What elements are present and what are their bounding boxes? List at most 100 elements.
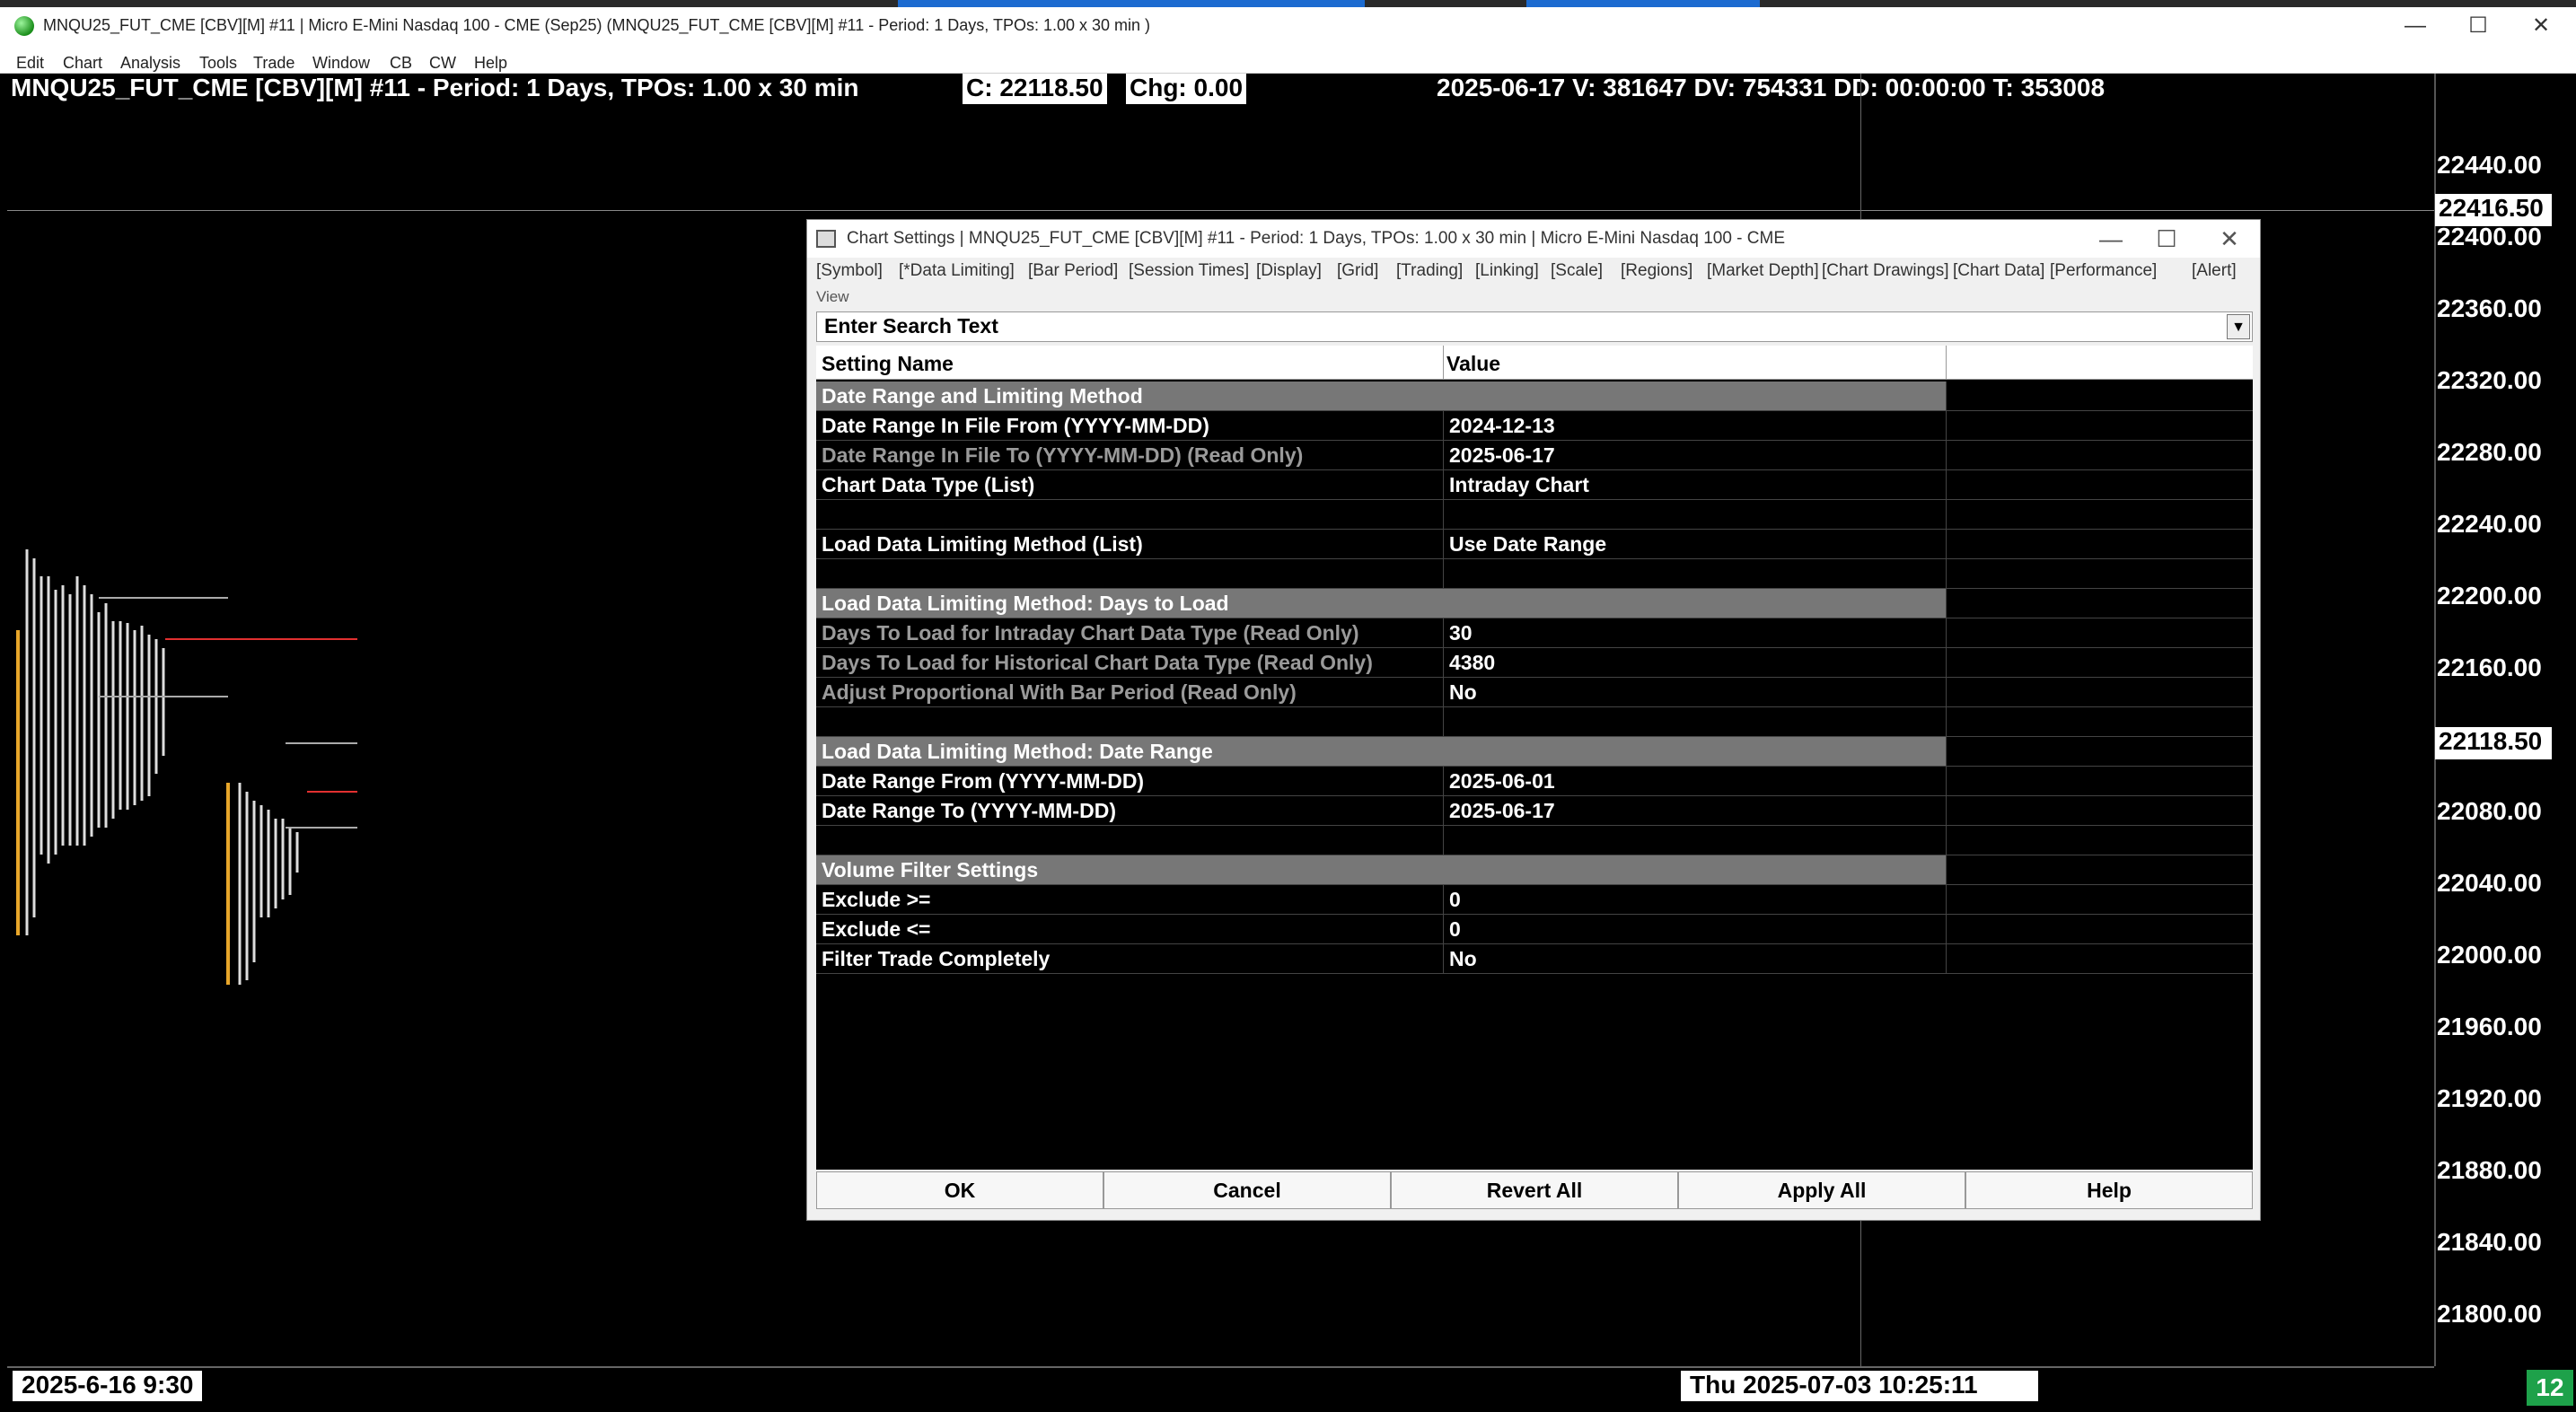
- settings-row[interactable]: Date Range In File From (YYYY-MM-DD) 2024…: [816, 411, 2253, 441]
- price-tick: 22040.00: [2437, 869, 2542, 897]
- settings-row[interactable]: Date Range From (YYYY-MM-DD) 2025-06-01: [816, 767, 2253, 796]
- tab-scale[interactable]: [Scale]: [1551, 261, 1603, 281]
- settings-blank-row: [816, 826, 2253, 855]
- help-button[interactable]: Help: [1965, 1171, 2253, 1209]
- dialog-title: Chart Settings | MNQU25_FUT_CME [CBV][M]…: [847, 229, 1786, 248]
- column-header-value: Value: [1446, 352, 1501, 375]
- change-label: Chg: 0.00: [1126, 74, 1247, 104]
- setting-extra-cell: [1946, 559, 2253, 589]
- dialog-minimize-button[interactable]: —: [2095, 224, 2127, 254]
- apply-all-button[interactable]: Apply All: [1678, 1171, 1965, 1209]
- settings-row[interactable]: Days To Load for Intraday Chart Data Typ…: [816, 618, 2253, 648]
- settings-section-row: Load Data Limiting Method: Date Range: [816, 737, 2253, 767]
- setting-extra-cell: [1946, 382, 2253, 411]
- tab-linking[interactable]: [Linking]: [1475, 261, 1539, 281]
- setting-extra-cell: [1946, 737, 2253, 767]
- setting-name: Days To Load for Historical Chart Data T…: [816, 648, 1443, 678]
- setting-name: Date Range From (YYYY-MM-DD): [816, 767, 1443, 796]
- setting-name: Days To Load for Intraday Chart Data Typ…: [816, 618, 1443, 648]
- tab-data-limiting[interactable]: [*Data Limiting]: [899, 261, 1015, 281]
- price-tick: 21880.00: [2437, 1156, 2542, 1184]
- setting-value: [1443, 707, 1946, 737]
- tab-symbol[interactable]: [Symbol]: [816, 261, 883, 281]
- setting-value: [1443, 826, 1946, 855]
- settings-row[interactable]: Date Range In File To (YYYY-MM-DD) (Read…: [816, 441, 2253, 470]
- setting-value[interactable]: 2025-06-17: [1443, 796, 1946, 826]
- minimize-button[interactable]: —: [2397, 13, 2433, 39]
- last-price-marker: 22118.50: [2435, 727, 2552, 759]
- setting-name: Chart Data Type (List): [816, 470, 1443, 500]
- settings-section-row: Date Range and Limiting Method: [816, 382, 2253, 411]
- setting-value[interactable]: 2025-06-01: [1443, 767, 1946, 796]
- dialog-close-button[interactable]: ✕: [2213, 224, 2246, 254]
- price-tick: 22320.00: [2437, 366, 2542, 394]
- menu-window[interactable]: Window: [312, 54, 370, 73]
- maximize-button[interactable]: ☐: [2460, 13, 2496, 39]
- setting-value[interactable]: 0: [1443, 885, 1946, 915]
- setting-value[interactable]: Intraday Chart: [1443, 470, 1946, 500]
- settings-section-row: Volume Filter Settings: [816, 855, 2253, 885]
- settings-row[interactable]: Adjust Proportional With Bar Period (Rea…: [816, 678, 2253, 707]
- settings-row[interactable]: Date Range To (YYYY-MM-DD) 2025-06-17: [816, 796, 2253, 826]
- tab-performance[interactable]: [Performance]: [2050, 261, 2157, 281]
- setting-name: [816, 826, 1443, 855]
- ok-button[interactable]: OK: [816, 1171, 1103, 1209]
- price-tick: 22280.00: [2437, 438, 2542, 466]
- price-tick: 22080.00: [2437, 797, 2542, 825]
- dialog-button-bar: OK Cancel Revert All Apply All Help: [816, 1171, 2253, 1211]
- settings-row[interactable]: Chart Data Type (List) Intraday Chart: [816, 470, 2253, 500]
- setting-value[interactable]: 0: [1443, 915, 1946, 944]
- tab-alert[interactable]: [Alert]: [2192, 261, 2237, 281]
- tab-grid[interactable]: [Grid]: [1337, 261, 1378, 281]
- chevron-down-icon[interactable]: ▼: [2227, 314, 2250, 339]
- cancel-button[interactable]: Cancel: [1103, 1171, 1391, 1209]
- tab-session-times[interactable]: [Session Times]: [1129, 261, 1249, 281]
- menu-analysis[interactable]: Analysis: [120, 54, 180, 73]
- setting-extra-cell: [1946, 885, 2253, 915]
- close-button[interactable]: ✕: [2523, 13, 2559, 39]
- price-tick: 22200.00: [2437, 582, 2542, 610]
- tab-market-depth[interactable]: [Market Depth]: [1707, 261, 1819, 281]
- tab-regions[interactable]: [Regions]: [1621, 261, 1692, 281]
- app-icon: [14, 16, 34, 36]
- settings-row[interactable]: Days To Load for Historical Chart Data T…: [816, 648, 2253, 678]
- setting-name: Date Range In File From (YYYY-MM-DD): [816, 411, 1443, 441]
- dialog-titlebar[interactable]: Chart Settings | MNQU25_FUT_CME [CBV][M]…: [807, 220, 2260, 258]
- settings-blank-row: [816, 559, 2253, 589]
- setting-extra-cell: [1946, 796, 2253, 826]
- tab-display[interactable]: [Display]: [1256, 261, 1322, 281]
- setting-value[interactable]: No: [1443, 944, 1946, 974]
- setting-value[interactable]: 2024-12-13: [1443, 411, 1946, 441]
- setting-extra-cell: [1946, 618, 2253, 648]
- settings-row[interactable]: Exclude <= 0: [816, 915, 2253, 944]
- setting-value[interactable]: Use Date Range: [1443, 530, 1946, 559]
- setting-extra-cell: [1946, 648, 2253, 678]
- settings-row[interactable]: Load Data Limiting Method (List) Use Date…: [816, 530, 2253, 559]
- menu-trade[interactable]: Trade: [253, 54, 295, 73]
- menu-tools[interactable]: Tools: [199, 54, 237, 73]
- revert-all-button[interactable]: Revert All: [1391, 1171, 1678, 1209]
- dialog-maximize-button[interactable]: ☐: [2150, 224, 2183, 254]
- setting-extra-cell: [1946, 441, 2253, 470]
- settings-row[interactable]: Exclude >= 0: [816, 885, 2253, 915]
- tab-trading[interactable]: [Trading]: [1396, 261, 1463, 281]
- dialog-window-icon: [816, 230, 836, 248]
- setting-extra-cell: [1946, 678, 2253, 707]
- price-tick: 22360.00: [2437, 294, 2542, 322]
- menu-chart[interactable]: Chart: [63, 54, 102, 73]
- setting-value: [1443, 559, 1946, 589]
- tab-chart-data[interactable]: [Chart Data]: [1953, 261, 2044, 281]
- tab-chart-drawings[interactable]: [Chart Drawings]: [1822, 261, 1949, 281]
- menu-cw[interactable]: CW: [429, 54, 456, 73]
- chart-stats: 2025-06-17 V: 381647 DV: 754331 DD: 00:0…: [1437, 74, 2106, 101]
- view-label: View: [816, 288, 849, 305]
- menu-edit[interactable]: Edit: [16, 54, 44, 73]
- menu-cb[interactable]: CB: [390, 54, 412, 73]
- settings-row[interactable]: Filter Trade Completely No: [816, 944, 2253, 974]
- tab-bar-period[interactable]: [Bar Period]: [1028, 261, 1118, 281]
- setting-extra-cell: [1946, 944, 2253, 974]
- menu-help[interactable]: Help: [474, 54, 507, 73]
- setting-name: [816, 500, 1443, 530]
- search-input[interactable]: Enter Search Text ▼: [816, 311, 2253, 342]
- settings-tabs: [Symbol] [*Data Limiting] [Bar Period] […: [816, 261, 2253, 286]
